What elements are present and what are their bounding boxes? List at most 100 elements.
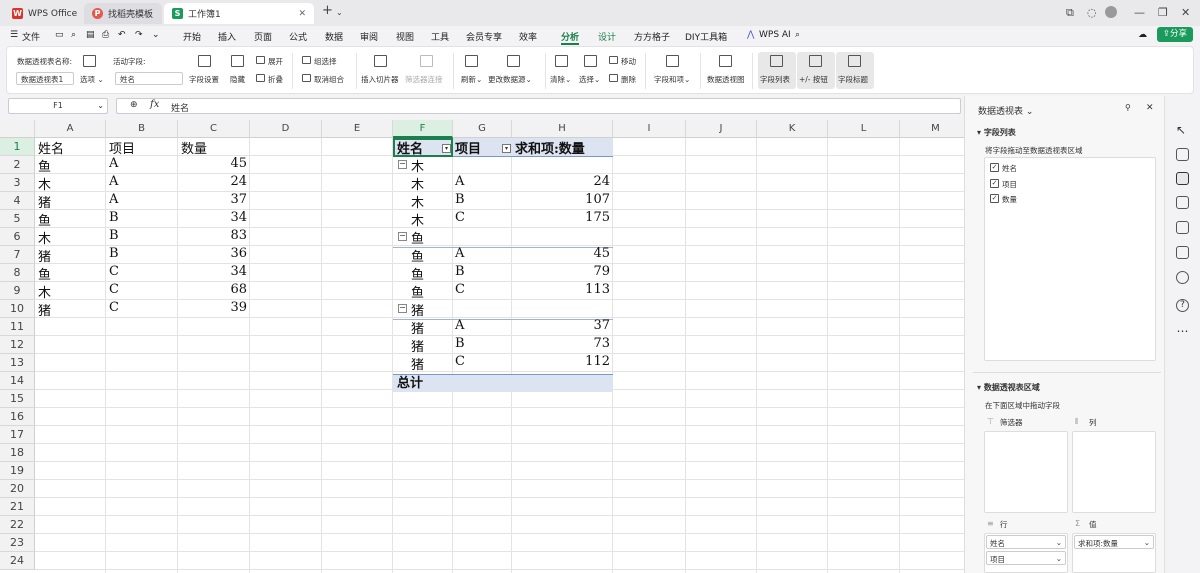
- row-header-16[interactable]: 16: [0, 408, 35, 426]
- menu-member[interactable]: 会员专享: [466, 30, 502, 43]
- name-box[interactable]: F1 ⌄: [8, 98, 108, 114]
- column-header-E[interactable]: E: [322, 120, 393, 138]
- column-header-L[interactable]: L: [828, 120, 900, 138]
- menu-formula[interactable]: 公式: [289, 30, 307, 43]
- row-header-11[interactable]: 11: [0, 318, 35, 336]
- column-header-J[interactable]: J: [686, 120, 757, 138]
- row-header-15[interactable]: 15: [0, 390, 35, 408]
- column-header-B[interactable]: B: [106, 120, 178, 138]
- source-cell-name[interactable]: 鱼: [38, 264, 51, 283]
- row-header-9[interactable]: 9: [0, 282, 35, 300]
- pivot-cell-sum[interactable]: 24: [512, 174, 610, 189]
- pivot-cell-item[interactable]: A: [455, 318, 464, 333]
- source-cell-name[interactable]: 姓名: [38, 138, 64, 157]
- pivot-group-label[interactable]: 猪: [411, 300, 424, 319]
- ungroup-button[interactable]: 取消组合: [314, 74, 344, 85]
- field-settings-button[interactable]: 字段设置: [189, 74, 219, 85]
- cloud-icon[interactable]: ☁: [1138, 30, 1147, 40]
- insert-slicer-button[interactable]: 插入切片器: [361, 74, 399, 85]
- collapse-group-icon[interactable]: −: [398, 304, 407, 313]
- refresh-button[interactable]: 刷新⌄: [461, 74, 482, 85]
- collapse-group-icon[interactable]: −: [398, 232, 407, 241]
- open-icon[interactable]: ⌕: [71, 30, 76, 40]
- source-cell-name[interactable]: 木: [38, 228, 51, 247]
- more-icon[interactable]: ⋯: [1176, 324, 1189, 338]
- pivot-cell-name[interactable]: 木: [411, 174, 424, 193]
- column-header-F[interactable]: F: [393, 120, 453, 138]
- row-header-24[interactable]: 24: [0, 552, 35, 570]
- menu-insert[interactable]: 插入: [218, 30, 236, 43]
- source-cell-name[interactable]: 猪: [38, 300, 51, 319]
- row-header-5[interactable]: 5: [0, 210, 35, 228]
- tools-icon[interactable]: [1176, 221, 1189, 234]
- pivot-cell-item[interactable]: B: [455, 264, 465, 279]
- menu-diy-toolbox[interactable]: DIY工具箱: [685, 30, 727, 43]
- row-header-23[interactable]: 23: [0, 534, 35, 552]
- pivot-cell-item[interactable]: C: [455, 210, 465, 225]
- row-header-2[interactable]: 2: [0, 156, 35, 174]
- group-select-button[interactable]: 组选择: [314, 56, 337, 67]
- tab-docer-templates[interactable]: P 找稻壳模板: [84, 3, 162, 24]
- pivot-cell-name[interactable]: 木: [411, 192, 424, 211]
- delete-button[interactable]: 删除: [621, 74, 636, 85]
- pivot-cell-item[interactable]: B: [455, 336, 465, 351]
- field-list-button[interactable]: 字段列表: [758, 52, 796, 89]
- source-cell-quantity[interactable]: 34: [178, 210, 247, 225]
- source-cell-quantity[interactable]: 37: [178, 192, 247, 207]
- source-cell-name[interactable]: 木: [38, 282, 51, 301]
- pivot-header-name[interactable]: 姓名: [397, 138, 423, 157]
- field-list-section-title[interactable]: ▾ 字段列表: [977, 127, 1016, 138]
- pivot-panel-icon[interactable]: [1176, 172, 1189, 185]
- column-header-C[interactable]: C: [178, 120, 250, 138]
- change-source-button[interactable]: 更改数据源⌄: [488, 74, 532, 85]
- pivot-cell-sum[interactable]: 113: [512, 282, 610, 297]
- pivot-cell-sum[interactable]: 45: [512, 246, 610, 261]
- print-icon[interactable]: ⎙: [102, 30, 109, 40]
- row-header-8[interactable]: 8: [0, 264, 35, 282]
- row-header-21[interactable]: 21: [0, 498, 35, 516]
- pivot-total-label[interactable]: 总计: [397, 372, 423, 391]
- source-cell-item[interactable]: 项目: [109, 138, 135, 157]
- source-cell-quantity[interactable]: 45: [178, 156, 247, 171]
- source-cell-item[interactable]: A: [109, 156, 118, 171]
- checkbox-quantity[interactable]: ✓: [990, 194, 999, 203]
- book-icon[interactable]: [1176, 246, 1189, 259]
- pivot-cell-name[interactable]: 鱼: [411, 282, 424, 301]
- pivot-group-label[interactable]: 鱼: [411, 228, 424, 247]
- zoom-icon[interactable]: ⊕: [130, 100, 138, 110]
- minimize-icon[interactable]: —: [1134, 6, 1145, 19]
- fx-icon[interactable]: fx: [150, 99, 159, 110]
- search-icon[interactable]: ⌕: [795, 30, 800, 40]
- source-cell-quantity[interactable]: 34: [178, 264, 247, 279]
- source-cell-item[interactable]: B: [109, 246, 119, 261]
- source-cell-item[interactable]: C: [109, 300, 119, 315]
- source-cell-name[interactable]: 猪: [38, 246, 51, 265]
- avatar[interactable]: [1105, 6, 1117, 18]
- pivot-cell-sum[interactable]: 175: [512, 210, 610, 225]
- row-header-18[interactable]: 18: [0, 444, 35, 462]
- menu-efficiency[interactable]: 效率: [519, 30, 537, 43]
- source-cell-quantity[interactable]: 数量: [181, 138, 207, 157]
- row-header-12[interactable]: 12: [0, 336, 35, 354]
- options-button[interactable]: 选项 ⌄: [80, 74, 104, 85]
- source-cell-quantity[interactable]: 36: [178, 246, 247, 261]
- filter-drop-zone[interactable]: [984, 431, 1068, 513]
- maximize-icon[interactable]: ❐: [1158, 6, 1168, 19]
- row-field-item[interactable]: 项目 ⌄: [986, 551, 1066, 565]
- menu-wps-ai[interactable]: WPS AI: [759, 30, 791, 40]
- save-icon[interactable]: ▭: [55, 30, 64, 40]
- pivot-cell-name[interactable]: 猪: [411, 318, 424, 337]
- undo-icon[interactable]: ↶: [118, 30, 126, 40]
- pivot-filter-dropdown-icon[interactable]: ▾: [502, 144, 511, 153]
- source-cell-quantity[interactable]: 39: [178, 300, 247, 315]
- source-cell-quantity[interactable]: 68: [178, 282, 247, 297]
- chart-icon[interactable]: [1176, 196, 1189, 209]
- ai-icon[interactable]: [1176, 271, 1189, 284]
- share-button[interactable]: ⇪分享: [1157, 27, 1193, 42]
- collapse-group-icon[interactable]: −: [398, 160, 407, 169]
- pivot-group-label[interactable]: 木: [411, 156, 424, 175]
- formula-input[interactable]: ⊕ fx 姓名: [116, 98, 961, 114]
- pivot-cell-sum[interactable]: 112: [512, 354, 610, 369]
- menu-home[interactable]: 开始: [183, 30, 201, 43]
- hide-button[interactable]: 隐藏: [230, 74, 245, 85]
